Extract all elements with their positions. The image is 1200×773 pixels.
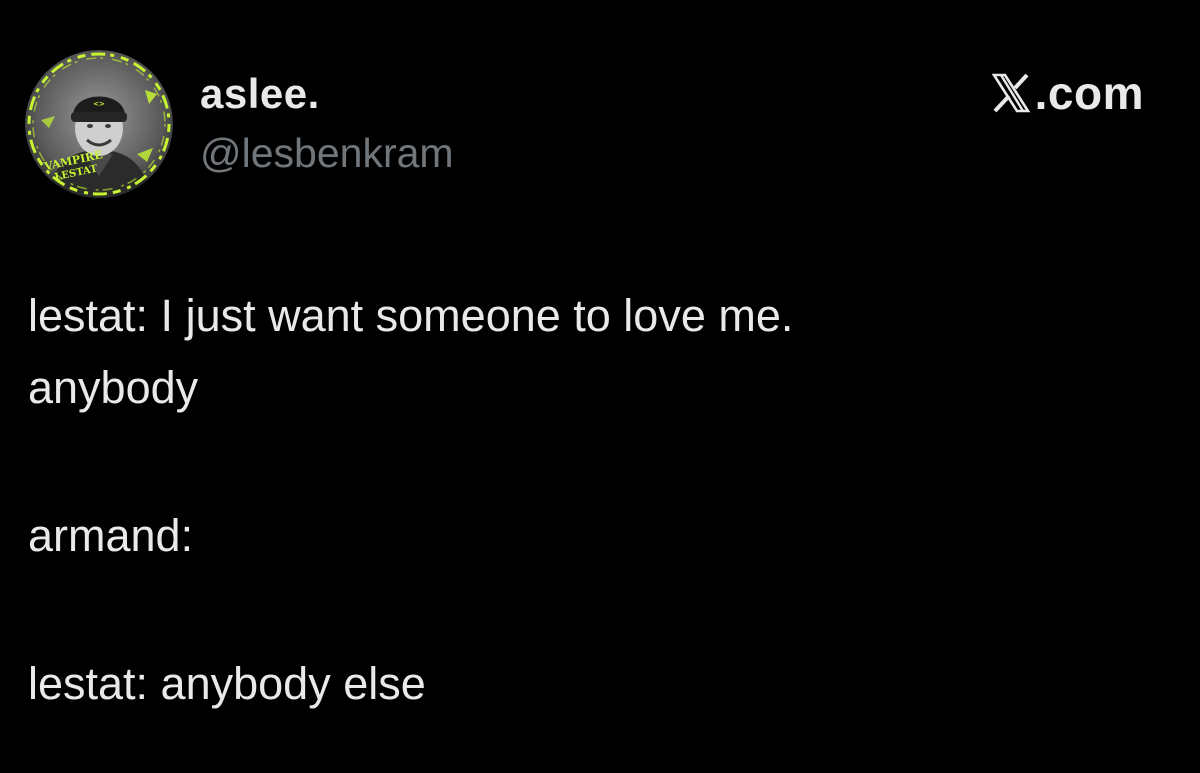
tweet-line: anybody [28,362,199,413]
tweet-card: <> VAMPIRE LESTAT aslee. @lesbenkram .co… [0,0,1200,773]
tweet-line: lestat: anybody else [28,658,426,709]
brand-watermark: .com [990,66,1144,120]
brand-text: .com [1034,67,1144,119]
author-display-name[interactable]: aslee. [200,70,320,118]
tweet-line: lestat: I just want someone to love me. [28,290,794,341]
avatar-image: <> VAMPIRE LESTAT [25,50,173,198]
author-handle[interactable]: @lesbenkram [200,130,454,177]
avatar[interactable]: <> VAMPIRE LESTAT [25,50,173,198]
tweet-text: lestat: I just want someone to love me. … [28,280,1168,720]
tweet-line: armand: [28,510,194,561]
x-logo-icon [990,72,1032,114]
svg-text:<>: <> [93,100,105,108]
